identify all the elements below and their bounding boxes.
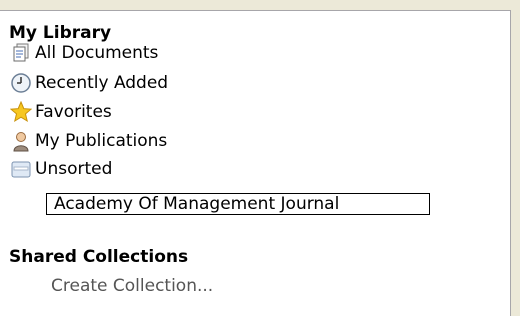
sidebar-item-all-documents[interactable]: All Documents xyxy=(10,42,158,64)
clock-icon xyxy=(10,72,32,94)
top-window-frame xyxy=(0,0,520,10)
sidebar-item-my-publications[interactable]: My Publications xyxy=(10,130,167,152)
right-window-frame xyxy=(511,10,520,316)
person-icon xyxy=(10,130,32,152)
tray-icon xyxy=(10,158,32,180)
sidebar-item-favorites[interactable]: Favorites xyxy=(10,101,112,123)
sidebar-item-label: My Publications xyxy=(35,131,168,151)
star-icon xyxy=(10,101,32,123)
sidebar-item-label: Unsorted xyxy=(35,159,113,179)
documents-icon xyxy=(10,42,32,64)
sidebar-item-unsorted[interactable]: Unsorted xyxy=(10,158,112,180)
collection-name-input[interactable] xyxy=(46,193,430,215)
sidebar-item-label: All Documents xyxy=(35,43,159,63)
create-collection-link[interactable]: Create Collection... xyxy=(51,276,213,296)
my-library-heading: My Library xyxy=(9,23,112,43)
shared-collections-heading: Shared Collections xyxy=(9,247,189,267)
sidebar-item-label: Favorites xyxy=(35,102,112,122)
sidebar-item-label: Recently Added xyxy=(35,73,169,93)
sidebar-item-recently-added[interactable]: Recently Added xyxy=(10,72,168,94)
